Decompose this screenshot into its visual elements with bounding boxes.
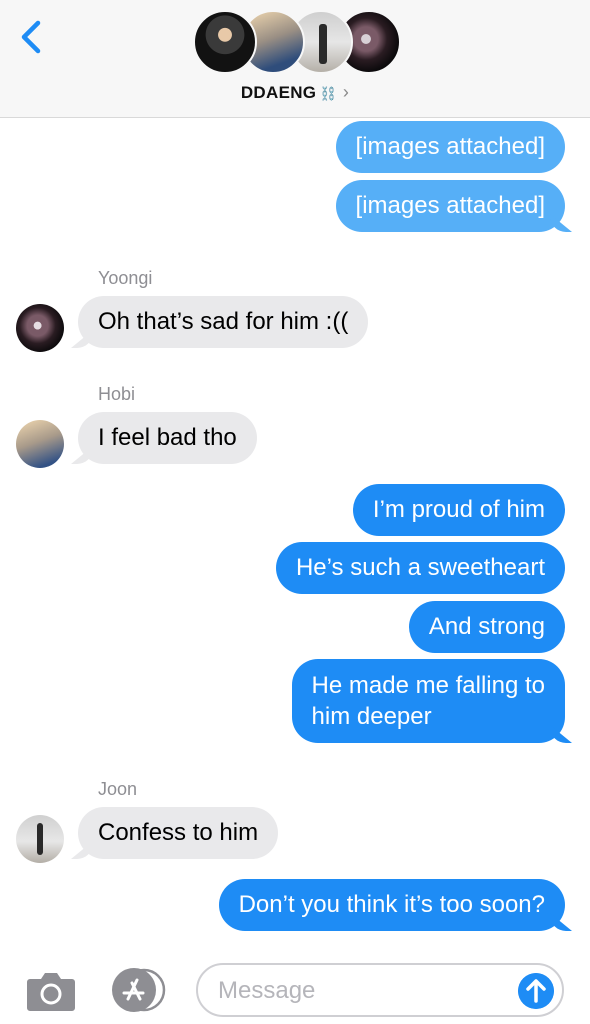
message-input[interactable]: Message xyxy=(196,963,564,1017)
member-avatar xyxy=(193,10,257,74)
outgoing-message[interactable]: I’m proud of him xyxy=(352,484,565,536)
app-store-icon[interactable] xyxy=(110,966,168,1014)
sender-name: Hobi xyxy=(98,384,136,404)
send-arrow-icon[interactable] xyxy=(518,973,554,1009)
outgoing-message[interactable]: He’s such a sweetheart xyxy=(275,542,565,594)
outgoing-message[interactable]: [images attached] xyxy=(335,121,565,173)
outgoing-message[interactable]: Don’t you think it’s too soon? xyxy=(218,879,565,931)
outgoing-message[interactable]: And strong xyxy=(408,601,565,653)
incoming-message[interactable]: Confess to him xyxy=(78,807,279,859)
camera-icon[interactable] xyxy=(26,970,76,1012)
message-line: him deeper xyxy=(311,703,432,730)
outgoing-message[interactable]: [images attached] xyxy=(335,180,565,232)
back-chevron-icon[interactable] xyxy=(18,20,48,54)
incoming-message[interactable]: Oh that’s sad for him :(( xyxy=(78,296,369,348)
message-placeholder: Message xyxy=(218,977,316,1004)
sender-avatar[interactable] xyxy=(16,304,64,352)
sender-avatar[interactable] xyxy=(16,420,64,468)
group-name: DDAENG xyxy=(240,83,317,102)
group-title[interactable]: DDAENG ⛓️ › xyxy=(0,82,590,103)
sender-name: Yoongi xyxy=(98,268,153,288)
group-avatars[interactable] xyxy=(193,10,403,74)
chain-emoji: ⛓️ xyxy=(320,86,337,101)
message-line: He made me falling to xyxy=(311,672,545,699)
conversation-header: DDAENG ⛓️ › xyxy=(0,0,590,118)
sender-avatar[interactable] xyxy=(16,815,64,863)
compose-bar: Message xyxy=(0,950,590,1024)
incoming-message[interactable]: I feel bad tho xyxy=(78,412,257,464)
chevron-right-icon: › xyxy=(342,82,350,102)
outgoing-message[interactable]: He made me falling to him deeper xyxy=(291,659,565,743)
sender-name: Joon xyxy=(98,779,138,799)
